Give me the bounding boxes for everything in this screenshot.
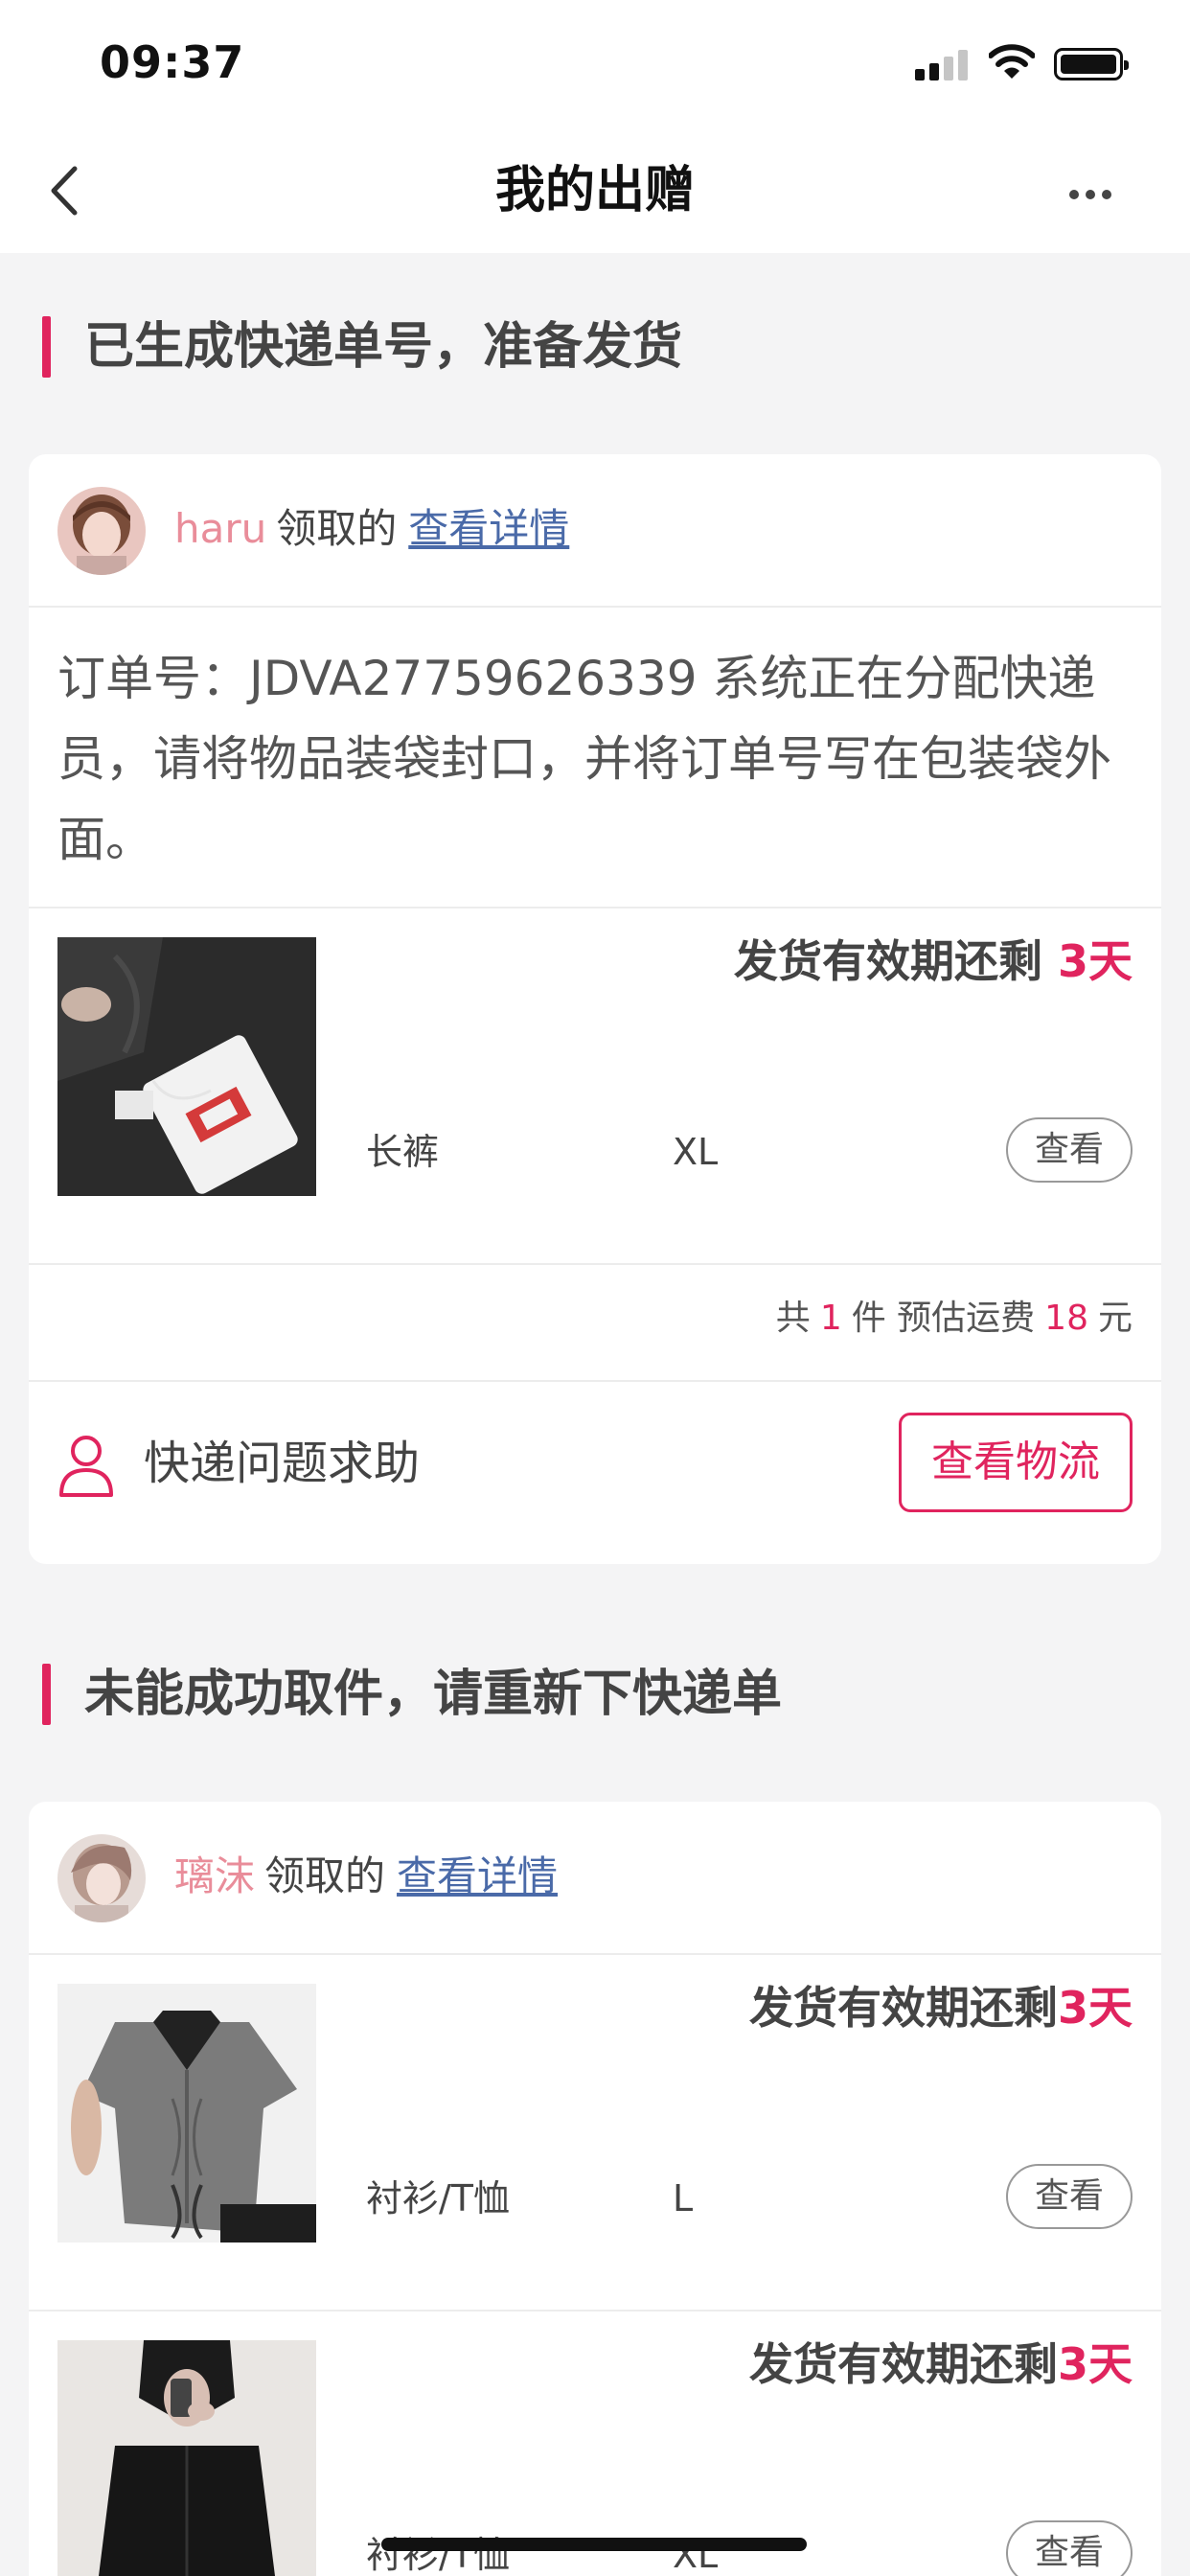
divider — [29, 606, 1161, 608]
item-category: 衬衫/T恤 — [366, 2177, 511, 2220]
ship-deadline: 发货有效期还剩 3天 — [734, 928, 1133, 995]
wifi-icon — [989, 44, 1035, 79]
deadline-label: 发货有效期还剩 — [733, 935, 1058, 987]
claimed-label: 领取的 — [276, 505, 398, 552]
divider — [29, 1380, 1161, 1382]
status-bar: 09:37 — [0, 0, 1190, 134]
donation-item: 发货有效期还剩 3天 长裤 XL 查看 — [29, 908, 1161, 1263]
item-category: 长裤 — [366, 1131, 440, 1173]
section-accent-bar — [42, 1664, 51, 1725]
person-icon — [59, 1436, 113, 1497]
summary-middle: 件 预估运费 — [851, 1299, 1036, 1338]
receiver-row: haru 领取的 查看详情 — [29, 454, 1161, 606]
divider — [29, 1263, 1161, 1265]
item-photo[interactable] — [57, 2340, 316, 2576]
order-card: haru 领取的 查看详情 订单号：JDVA27759626339 系统正在分配快递… — [29, 454, 1161, 1564]
claimed-label: 领取的 — [264, 1852, 386, 1899]
view-item-button[interactable]: 查看 — [1006, 1117, 1133, 1183]
section-title: 未能成功取件，请重新下快递单 — [84, 1666, 783, 1723]
receiver-name[interactable]: haru — [174, 505, 266, 552]
order-note: 订单号：JDVA27759626339 系统正在分配快递员，请将物品装袋封口，并… — [57, 651, 1111, 867]
item-size: L — [673, 2177, 694, 2220]
ship-deadline: 发货有效期还剩3天 — [749, 2331, 1133, 2398]
home-indicator[interactable] — [381, 2538, 807, 2551]
deadline-days: 3天 — [1057, 2338, 1133, 2390]
receiver-row: 璃沫 领取的 查看详情 — [29, 1802, 1161, 1953]
summary-suffix: 元 — [1097, 1299, 1133, 1338]
deadline-label: 发货有效期还剩 — [748, 2338, 1058, 2390]
deadline-label: 发货有效期还剩 — [748, 1982, 1058, 2034]
avatar[interactable] — [57, 487, 146, 575]
view-item-button[interactable]: 查看 — [1006, 2520, 1133, 2576]
section-header-shipping: 已生成快递单号，准备发货 — [0, 312, 1190, 380]
section-header-failed-pickup: 未能成功取件，请重新下快递单 — [0, 1660, 1190, 1727]
item-count: 1 — [819, 1299, 842, 1338]
shipping-help-button[interactable]: 快递问题求助 — [57, 1430, 420, 1497]
page-title: 我的出赠 — [494, 162, 695, 219]
status-time: 09:37 — [100, 36, 245, 88]
section-title: 已生成快递单号，准备发货 — [84, 318, 683, 376]
view-details-link[interactable]: 查看详情 — [408, 505, 569, 552]
view-item-button[interactable]: 查看 — [1006, 2164, 1133, 2229]
help-label: 快递问题求助 — [144, 1437, 421, 1490]
item-photo[interactable] — [57, 937, 316, 1196]
deadline-days: 3天 — [1057, 1982, 1133, 2034]
donation-item: 发货有效期还剩3天 衬衫/T恤 L 查看 — [29, 1955, 1161, 2310]
receiver-line: haru 领取的 查看详情 — [174, 500, 569, 558]
receiver-line: 璃沫 领取的 查看详情 — [174, 1848, 558, 1905]
item-size: XL — [673, 1131, 719, 1173]
receiver-name[interactable]: 璃沫 — [174, 1852, 255, 1899]
nav-bar: 我的出赠 — [0, 134, 1190, 253]
section-accent-bar — [42, 316, 51, 378]
deadline-days: 3天 — [1057, 935, 1133, 987]
item-photo[interactable] — [57, 1984, 316, 2242]
track-shipment-button[interactable]: 查看物流 — [899, 1413, 1133, 1512]
avatar[interactable] — [57, 1834, 146, 1922]
shipping-fee: 18 — [1044, 1299, 1088, 1338]
view-details-link[interactable]: 查看详情 — [397, 1852, 558, 1899]
battery-icon — [1054, 48, 1129, 80]
more-dots-icon — [1069, 190, 1079, 199]
item-category: 衬衫/T恤 — [366, 2534, 511, 2576]
donation-item: 发货有效期还剩3天 衬衫/T恤 XL 查看 — [29, 2312, 1161, 2576]
cellular-signal-icon — [915, 48, 969, 80]
order-summary: 共1件 预估运费 18 元 — [776, 1290, 1133, 1347]
item-size: XL — [673, 2534, 719, 2576]
more-button[interactable] — [1062, 167, 1119, 220]
order-card: 璃沫 领取的 查看详情 发货有效期还剩3天 衬衫/T恤 L 查看 发货有效期还剩… — [29, 1802, 1161, 2576]
ship-deadline: 发货有效期还剩3天 — [749, 1974, 1133, 2041]
summary-prefix: 共 — [775, 1299, 811, 1338]
page: 09:37 我的出赠 已生成快递单号，准备发货 haru 领取的 查看详情 订单… — [0, 0, 1190, 2576]
